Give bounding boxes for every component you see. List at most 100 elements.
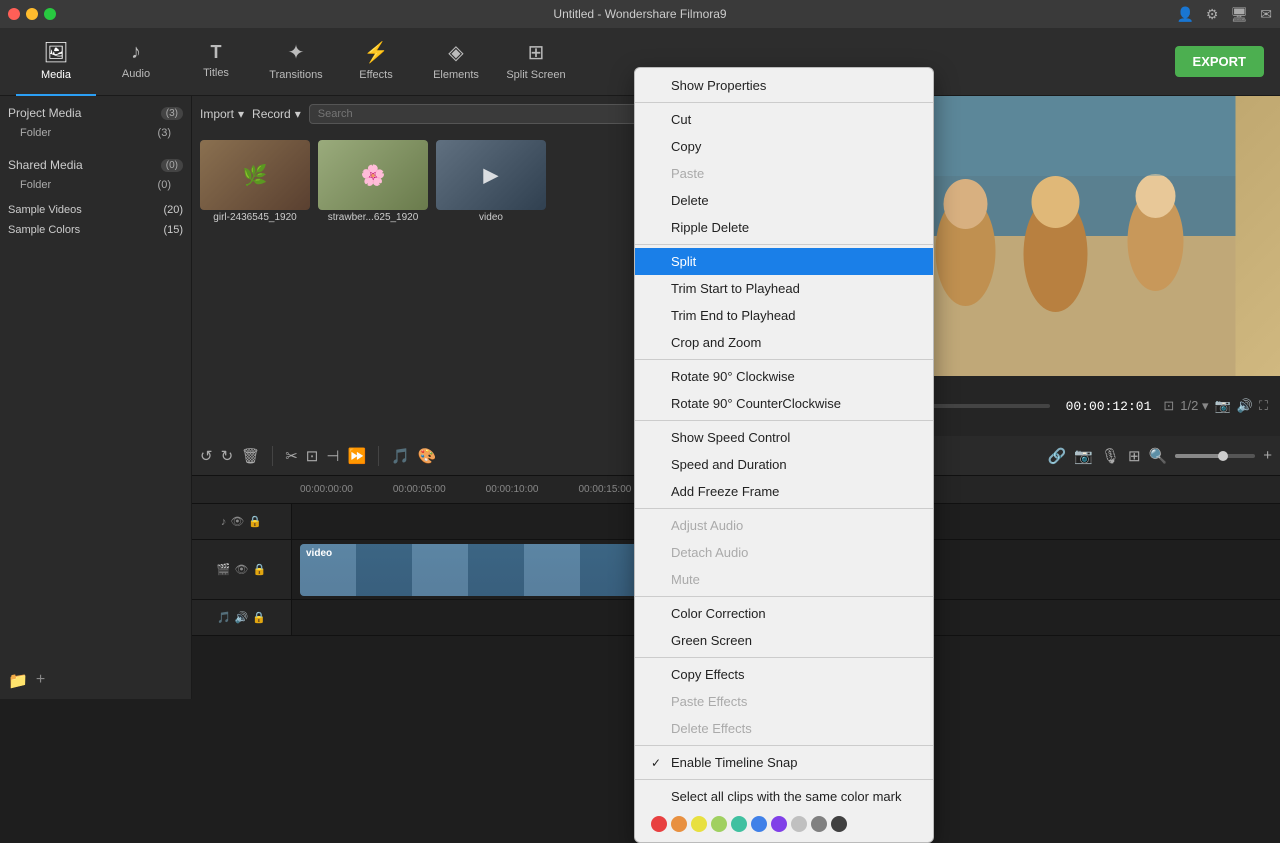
shared-media-header[interactable]: Shared Media (0) — [8, 154, 183, 176]
import-button[interactable]: Import ▾ — [200, 107, 244, 121]
thumbnail-video[interactable]: ▶ — [436, 140, 546, 210]
cm-color-6[interactable] — [771, 816, 787, 832]
cm-item-freeze-frame[interactable]: Add Freeze Frame — [635, 478, 933, 505]
speed-button[interactable]: ⏩ — [347, 447, 366, 465]
undo-button[interactable]: ↺ — [200, 447, 213, 465]
camera-button[interactable]: 📷 — [1074, 447, 1093, 465]
cm-label-show-properties: Show Properties — [671, 78, 766, 93]
folder-item[interactable]: Folder (3) — [8, 124, 183, 142]
cut-button[interactable]: ✂ — [285, 447, 298, 465]
lock-icon-sound[interactable]: 🔒 — [252, 611, 266, 624]
zoom-handle[interactable] — [1218, 451, 1228, 461]
lock-icon-audio[interactable]: 🔒 — [248, 515, 262, 528]
maximize-button[interactable] — [44, 8, 56, 20]
volume-icon[interactable]: 🔊 — [235, 611, 249, 624]
tab-audio[interactable]: ♪ Audio — [96, 28, 176, 96]
cm-item-crop-zoom[interactable]: Crop and Zoom — [635, 329, 933, 356]
settings-icon[interactable]: ⚙ — [1206, 6, 1219, 23]
redo-button[interactable]: ↻ — [221, 447, 234, 465]
preview-volume-icon[interactable]: 🔊 — [1237, 398, 1253, 414]
link-button[interactable]: 🔗 — [1048, 447, 1067, 465]
color-button[interactable]: 🎨 — [418, 447, 437, 465]
cm-item-ripple-delete[interactable]: Ripple Delete — [635, 214, 933, 241]
cm-item-rotate-ccw[interactable]: Rotate 90° CounterClockwise — [635, 390, 933, 417]
minimize-button[interactable] — [26, 8, 38, 20]
tab-split-screen[interactable]: ⊞ Split Screen — [496, 28, 576, 96]
cm-color-2[interactable] — [691, 816, 707, 832]
cm-item-delete-effects: Delete Effects — [635, 715, 933, 742]
zoom-out-icon[interactable]: 🔍 — [1149, 447, 1168, 465]
cm-color-8[interactable] — [811, 816, 827, 832]
cm-item-color-correction[interactable]: Color Correction — [635, 600, 933, 627]
cm-color-5[interactable] — [751, 816, 767, 832]
new-folder-icon[interactable]: 📁 — [8, 671, 28, 691]
tab-transitions[interactable]: ✦ Transitions — [256, 28, 336, 96]
screen-icon[interactable]: 🖥 — [1230, 6, 1248, 23]
cm-item-trim-end[interactable]: Trim End to Playhead — [635, 302, 933, 329]
cm-item-cut[interactable]: Cut — [635, 106, 933, 133]
cm-color-9[interactable] — [831, 816, 847, 832]
thumbnail-strawberry[interactable]: 🌸 — [318, 140, 428, 210]
close-button[interactable] — [8, 8, 20, 20]
media-item-0[interactable]: 🌿 girl-2436545_1920 — [200, 140, 310, 223]
media-label-1: strawber...625_1920 — [328, 212, 419, 223]
mic-button[interactable]: 🎙 — [1101, 447, 1120, 465]
cm-item-delete[interactable]: Delete — [635, 187, 933, 214]
cm-color-0[interactable] — [651, 816, 667, 832]
thumbnail-girl[interactable]: 🌿 — [200, 140, 310, 210]
zoom-slider[interactable] — [1175, 454, 1255, 458]
cm-item-rotate-cw[interactable]: Rotate 90° Clockwise — [635, 363, 933, 390]
preview-fullscreen-icon[interactable]: ⛶ — [1259, 398, 1268, 414]
tab-elements-label: Elements — [433, 69, 479, 81]
cm-color-1[interactable] — [671, 816, 687, 832]
cm-item-adjust-audio: Adjust Audio — [635, 512, 933, 539]
account-icon[interactable]: 👤 — [1176, 6, 1193, 23]
cm-item-split[interactable]: Split — [635, 248, 933, 275]
split-button[interactable]: ⊣ — [326, 447, 339, 465]
cm-separator-19 — [635, 508, 933, 509]
sample-videos-item[interactable]: Sample Videos (20) — [0, 200, 191, 220]
shared-folder-item[interactable]: Folder (0) — [8, 176, 183, 194]
add-icon[interactable]: + — [36, 671, 45, 691]
lock-icon-video[interactable]: 🔒 — [252, 563, 266, 576]
preview-fit-icon[interactable]: ⊡ — [1163, 398, 1174, 414]
cm-item-green-screen[interactable]: Green Screen — [635, 627, 933, 654]
cm-color-7[interactable] — [791, 816, 807, 832]
cm-item-copy[interactable]: Copy — [635, 133, 933, 160]
cm-separator-7 — [635, 244, 933, 245]
cm-item-speed-duration[interactable]: Speed and Duration — [635, 451, 933, 478]
track-audio-header: ♪ 👁 🔒 — [192, 504, 292, 539]
eye-icon-video[interactable]: 👁 — [235, 563, 249, 576]
cm-item-show-speed[interactable]: Show Speed Control — [635, 424, 933, 451]
preview-zoom-select[interactable]: 1/2 ▾ — [1180, 398, 1208, 414]
tab-titles[interactable]: T Titles — [176, 28, 256, 96]
sample-colors-item[interactable]: Sample Colors (15) — [0, 220, 191, 240]
cm-color-4[interactable] — [731, 816, 747, 832]
delete-button[interactable]: 🗑 — [241, 447, 260, 465]
shared-folder-count: (0) — [158, 179, 171, 191]
cm-item-copy-effects[interactable]: Copy Effects — [635, 661, 933, 688]
message-icon[interactable]: ✉ — [1260, 6, 1272, 23]
preview-camera-icon[interactable]: 📷 — [1215, 398, 1231, 414]
cm-item-show-properties[interactable]: Show Properties — [635, 72, 933, 99]
cm-item-select-color[interactable]: Select all clips with the same color mar… — [635, 783, 933, 810]
sample-videos-label: Sample Videos — [8, 204, 82, 216]
cm-label-mute: Mute — [671, 572, 700, 587]
tab-elements[interactable]: ◈ Elements — [416, 28, 496, 96]
timeline-tool-icon[interactable]: ⊞ — [1128, 447, 1141, 465]
tab-media[interactable]: 🖼 Media — [16, 28, 96, 96]
cm-color-3[interactable] — [711, 816, 727, 832]
eye-icon-audio[interactable]: 👁 — [230, 515, 244, 528]
window-controls[interactable] — [8, 8, 56, 20]
cm-item-enable-snap[interactable]: ✓Enable Timeline Snap — [635, 749, 933, 776]
export-button[interactable]: EXPORT — [1175, 46, 1264, 77]
zoom-in-icon[interactable]: + — [1263, 447, 1272, 464]
record-button[interactable]: Record ▾ — [252, 107, 301, 121]
crop-button[interactable]: ⊡ — [306, 447, 319, 465]
project-media-header[interactable]: Project Media (3) — [8, 102, 183, 124]
audio-button[interactable]: 🎵 — [391, 447, 410, 465]
media-item-1[interactable]: 🌸 strawber...625_1920 — [318, 140, 428, 223]
tab-effects[interactable]: ⚡ Effects — [336, 28, 416, 96]
cm-item-trim-start[interactable]: Trim Start to Playhead — [635, 275, 933, 302]
media-item-2[interactable]: ▶ video — [436, 140, 546, 223]
